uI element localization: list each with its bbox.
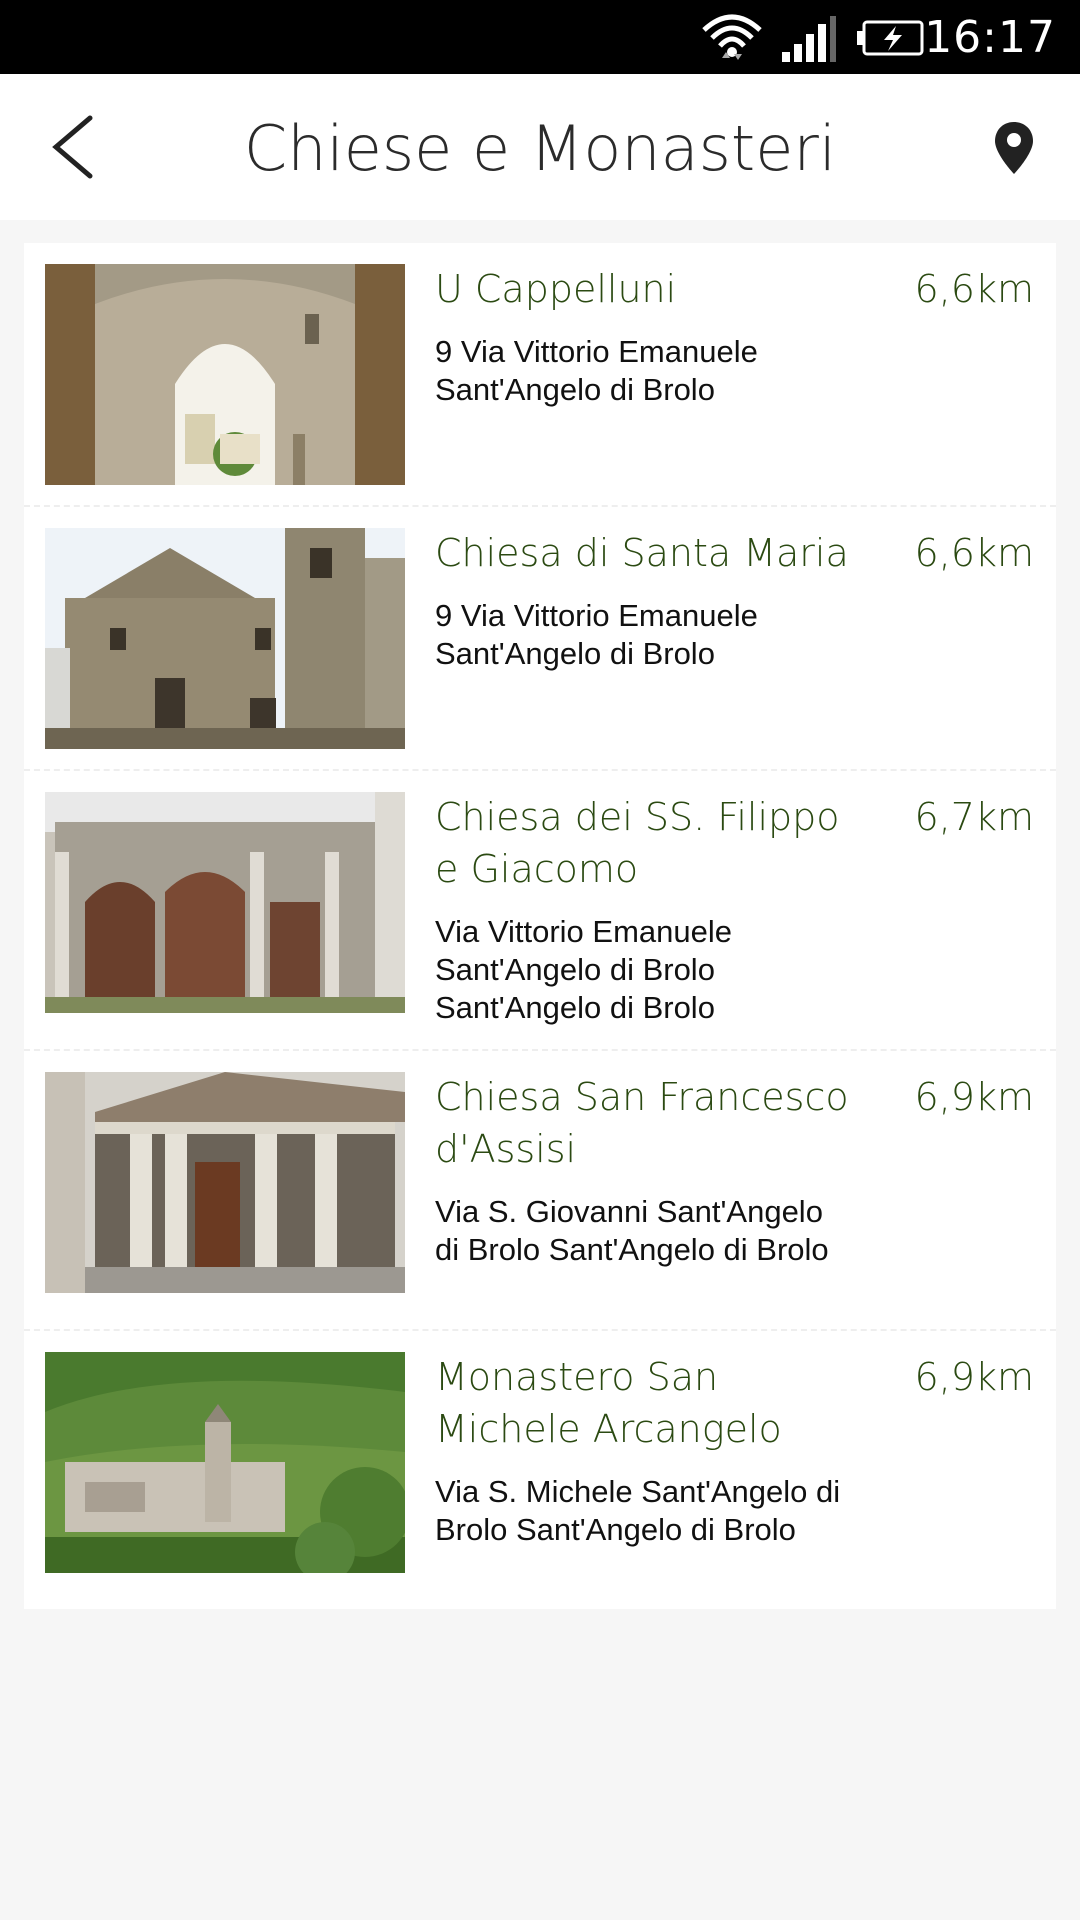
status-time: 16:17	[924, 12, 1056, 63]
place-image	[45, 528, 405, 749]
list-item[interactable]: Chiesa dei SS. Filippo e Giacomo 6,7km V…	[24, 771, 1056, 1051]
place-distance: 6,6km	[914, 531, 1034, 575]
place-name: Chiesa San Francesco d'Assisi	[435, 1075, 849, 1171]
location-pin-icon	[995, 122, 1033, 174]
back-button[interactable]	[38, 112, 108, 182]
place-image	[45, 792, 405, 1013]
place-distance: 6,9km	[914, 1075, 1034, 1119]
list-item[interactable]: Monastero San Michele Arcangelo 6,9km Vi…	[24, 1331, 1056, 1609]
places-list: U Cappelluni 6,6km 9 Via Vittorio Emanue…	[24, 243, 1056, 1609]
signal-icon	[780, 14, 836, 69]
list-item[interactable]: U Cappelluni 6,6km 9 Via Vittorio Emanue…	[24, 243, 1056, 507]
place-address: Via S. Giovanni Sant'Angelo di Brolo San…	[435, 1194, 829, 1267]
page-title: Chiese e Monasteri	[243, 112, 837, 185]
place-address: 9 Via Vittorio Emanuele Sant'Angelo di B…	[435, 334, 758, 407]
chevron-left-icon	[52, 115, 93, 179]
place-distance: 6,9km	[914, 1355, 1034, 1399]
wifi-icon	[700, 8, 764, 73]
place-image	[45, 1072, 405, 1293]
list-item[interactable]: Chiesa San Francesco d'Assisi 6,9km Via …	[24, 1051, 1056, 1331]
place-address: Via Vittorio Emanuele Sant'Angelo di Bro…	[435, 914, 732, 1025]
app-bar: Chiese e Monasteri	[0, 74, 1080, 220]
place-address: 9 Via Vittorio Emanuele Sant'Angelo di B…	[435, 598, 758, 671]
place-name: Chiesa dei SS. Filippo e Giacomo	[435, 795, 840, 891]
list-item[interactable]: Chiesa di Santa Maria 6,6km 9 Via Vittor…	[24, 507, 1056, 771]
battery-charging-icon	[856, 20, 926, 61]
place-name: Chiesa di Santa Maria	[435, 531, 849, 575]
place-distance: 6,6km	[914, 267, 1034, 311]
status-bar: 16:17	[0, 0, 1080, 74]
map-button[interactable]	[984, 118, 1044, 178]
place-name: Monastero San Michele Arcangelo	[435, 1355, 782, 1451]
place-image	[45, 264, 405, 485]
place-distance: 6,7km	[914, 795, 1034, 839]
place-name: U Cappelluni	[435, 267, 677, 311]
place-address: Via S. Michele Sant'Angelo di Brolo Sant…	[435, 1474, 841, 1547]
place-image	[45, 1352, 405, 1573]
